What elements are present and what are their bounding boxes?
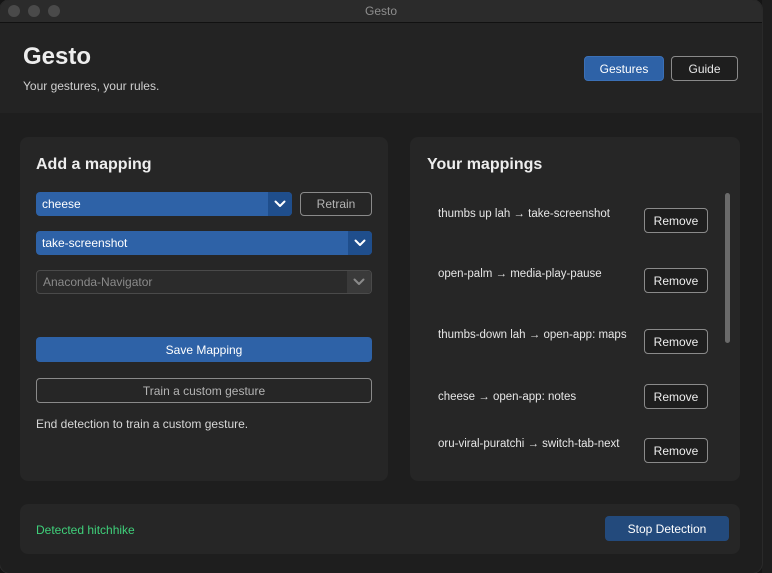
mappings-panel: Your mappings thumbs up lah → take-scree… [410,137,740,481]
remove-button[interactable]: Remove [644,384,708,409]
mappings-heading: Your mappings [427,156,543,173]
title-bar: Gesto [0,0,762,23]
action-select-value: take-screenshot [42,236,128,250]
remove-button[interactable]: Remove [644,329,708,354]
remove-button[interactable]: Remove [644,208,708,233]
app-subtitle: Your gestures, your rules. [23,79,160,93]
guide-button[interactable]: Guide [671,56,738,81]
chevron-down-icon [347,271,371,293]
remove-button[interactable]: Remove [644,268,708,293]
gesture-select[interactable]: cheese [36,192,292,216]
background-window-strip [762,0,772,573]
stop-detection-button[interactable]: Stop Detection [605,516,729,541]
app-header: Gesto Your gestures, your rules. Gesture… [0,23,762,113]
chevron-down-icon [268,192,292,216]
add-mapping-panel: Add a mapping cheese Retrain take-screen… [20,137,388,481]
detection-footer: Detected hitchhike Stop Detection [20,504,740,554]
train-hint-text: End detection to train a custom gesture. [36,417,249,431]
add-mapping-heading: Add a mapping [36,156,152,173]
gesture-select-value: cheese [42,197,81,211]
remove-button[interactable]: Remove [644,438,708,463]
app-select: Anaconda-Navigator [36,270,372,294]
app-select-value: Anaconda-Navigator [43,275,153,289]
mapping-text: thumbs-down lah → open-app: maps [438,329,627,341]
mapping-text: thumbs up lah → take-screenshot [438,208,610,220]
app-title: Gesto [23,43,92,70]
train-custom-gesture-button[interactable]: Train a custom gesture [36,378,372,403]
mapping-text: oru-viral-puratchi → switch-tab-next [438,438,620,450]
app-window: Gesto Gesto Your gestures, your rules. G… [0,0,762,573]
window-title: Gesto [364,4,397,18]
retrain-button[interactable]: Retrain [300,192,372,216]
chevron-down-icon [348,231,372,255]
save-mapping-button[interactable]: Save Mapping [36,337,372,362]
mappings-scrollbar[interactable] [725,193,730,343]
gestures-button[interactable]: Gestures [584,56,664,81]
action-select[interactable]: take-screenshot [36,231,372,255]
mapping-text: open-palm → media-play-pause [438,268,602,280]
detection-status: Detected hitchhike [36,523,135,537]
mapping-text: cheese → open-app: notes [438,391,577,403]
